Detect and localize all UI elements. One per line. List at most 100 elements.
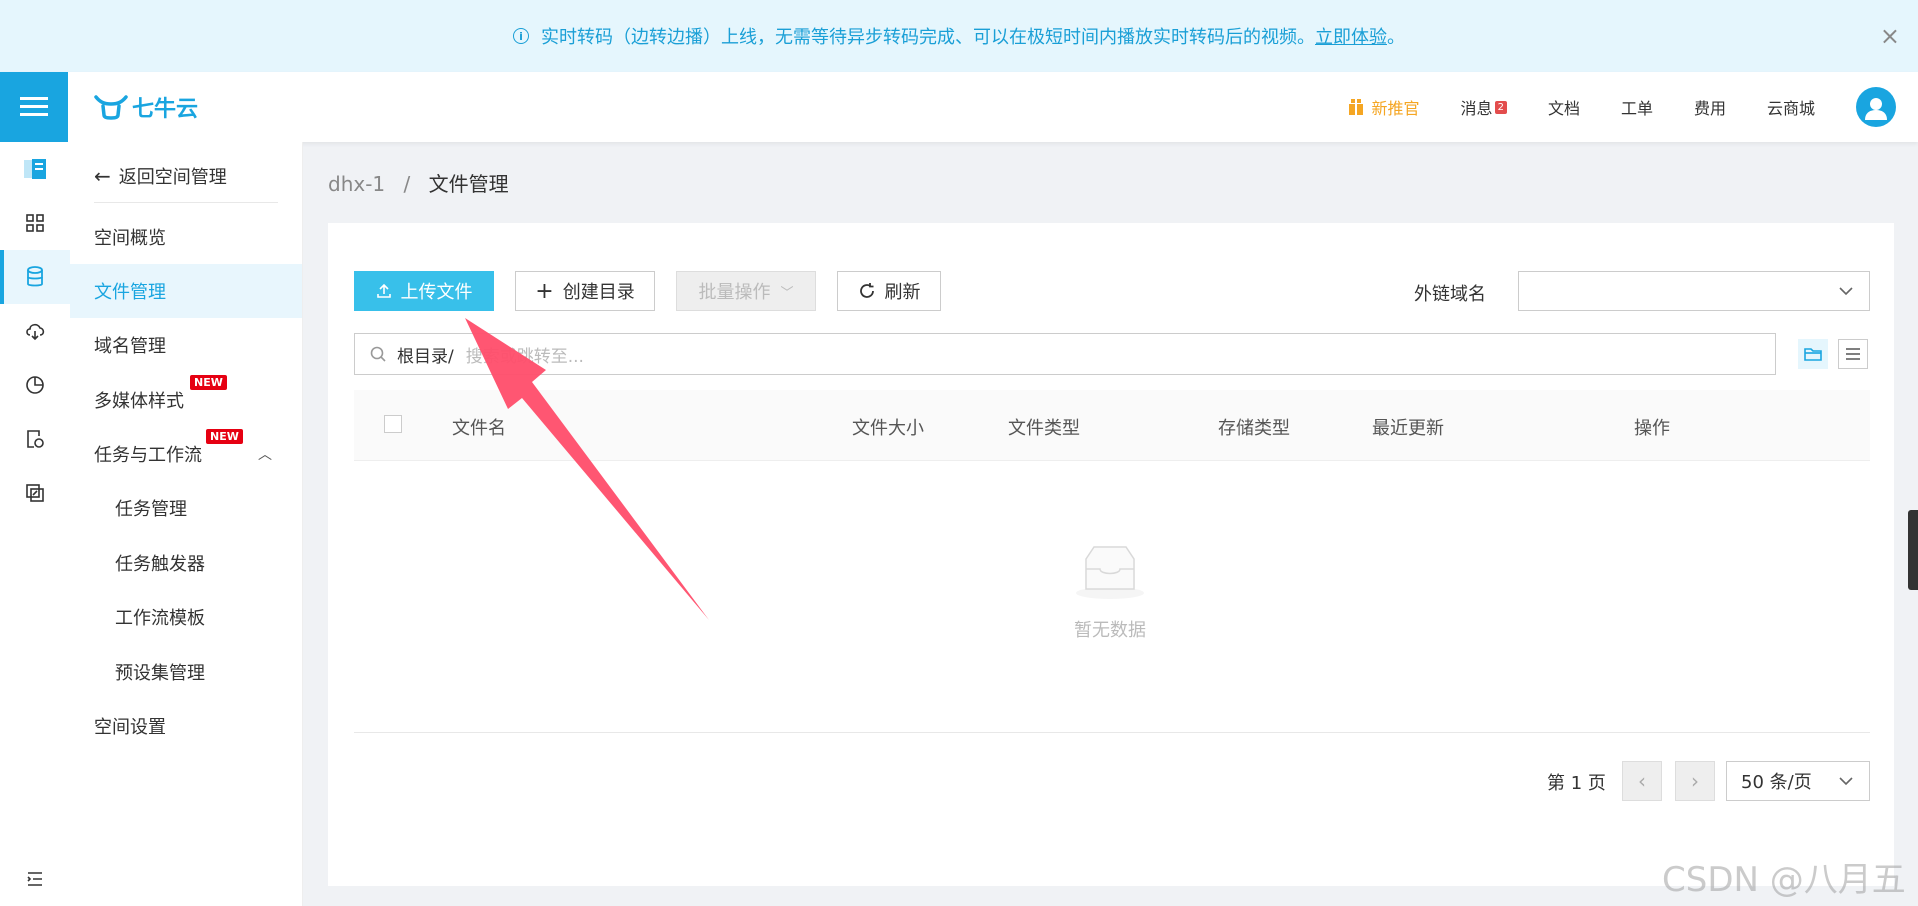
refresh-label: 刷新 [884,282,921,303]
logo-icon [94,95,128,120]
breadcrumb-current: 文件管理 [428,172,509,196]
menu-item-workflow-templates[interactable]: 工作流模板 [70,590,302,644]
rail-cloud[interactable] [0,304,70,358]
rail-collapse[interactable] [0,852,70,906]
menu-item-bucket-settings[interactable]: 空间设置 [70,699,302,753]
watermark: CSDN @八月五 [1662,860,1906,900]
menu-divider [94,202,278,203]
menu-item-tasks-workflows[interactable]: 任务与工作流 NEW ︿ [70,427,302,481]
upload-icon [376,283,391,298]
messages-badge: 2 [1494,100,1507,114]
header-nav: 新推官 消息 2 文档 工单 费用 云商城 [1348,72,1918,142]
upload-button[interactable]: 上传文件 [354,271,494,311]
chevron-down-icon: ﹀ [780,285,794,301]
page-indicator: 第 1 页 [1547,773,1606,794]
menu-item-label: 任务触发器 [115,554,205,575]
plus-icon: + [535,278,554,304]
menu-item-task-management[interactable]: 任务管理 [70,481,302,535]
side-feedback-handle[interactable] [1908,510,1918,590]
hamburger-icon [20,97,48,117]
rail-database[interactable] [0,250,70,304]
breadcrumb: dhx-1 / 文件管理 [328,168,509,197]
icon-rail [0,142,71,906]
menu-item-label: 空间设置 [94,717,166,738]
list-icon [1846,348,1860,360]
collapse-menu-icon [27,872,42,886]
hamburger-menu-button[interactable] [0,72,68,142]
menu-item-media-styles[interactable]: 多媒体样式 NEW [70,373,302,427]
transcode-icon [26,484,44,502]
upload-label: 上传文件 [400,282,473,303]
page-size-select[interactable]: 50 条/页 [1726,761,1870,801]
menu-item-label: 多媒体样式 [94,391,184,412]
menu-item-label: 文件管理 [94,282,166,303]
menu-item-label: 空间概览 [94,228,166,249]
column-storage-type: 存储类型 [1218,418,1290,439]
column-filetype: 文件类型 [1008,418,1080,439]
chevron-up-icon: ︿ [258,447,272,463]
chevron-right-icon: › [1691,769,1699,793]
column-last-updated: 最近更新 [1372,418,1444,439]
menu-item-task-triggers[interactable]: 任务触发器 [70,536,302,590]
messages-label: 消息 [1460,99,1493,118]
grid-icon [26,214,44,232]
logo-text: 七牛云 [132,97,199,122]
column-actions: 操作 [1634,418,1670,439]
document-search-icon [27,430,44,448]
menu-item-label: 预设集管理 [115,663,205,684]
search-placeholder: 搜索或跳转至... [465,346,584,367]
info-icon: i [513,28,529,44]
breadcrumb-bucket[interactable]: dhx-1 [328,172,385,196]
list-view-button[interactable] [1838,339,1868,369]
menu-item-label: 域名管理 [94,336,166,357]
search-root-path: 根目录/ [397,346,454,367]
prev-page-button[interactable]: ‹ [1622,761,1662,801]
next-page-button[interactable]: › [1675,761,1715,801]
banner-suffix: 。 [1387,27,1405,48]
empty-inbox-icon [1076,546,1144,599]
create-directory-button[interactable]: + 创建目录 [515,271,655,311]
market-link[interactable]: 云商城 [1767,95,1815,119]
batch-operations-dropdown[interactable]: 批量操作 ﹀ [676,271,816,311]
menu-item-file-management[interactable]: 文件管理 [70,264,302,318]
user-icon [1865,98,1887,120]
select-all-checkbox[interactable] [384,415,402,433]
ticket-link[interactable]: 工单 [1621,95,1653,119]
storage-product-icon [24,159,46,179]
chevron-down-icon [1839,777,1853,786]
rail-transcode[interactable] [0,466,70,520]
logo[interactable]: 七牛云 [94,91,198,123]
billing-link[interactable]: 费用 [1694,95,1726,119]
menu-item-label: 任务管理 [115,499,187,520]
path-search-input[interactable]: 根目录/ 搜索或跳转至... [354,333,1776,375]
new-badge: NEW [206,429,243,444]
menu-item-presets[interactable]: 预设集管理 [70,645,302,699]
back-to-buckets-link[interactable]: ← 返回空间管理 [94,156,227,196]
refresh-icon [859,283,874,298]
rail-security[interactable] [0,412,70,466]
user-avatar[interactable] [1856,87,1896,127]
rail-dashboard[interactable] [0,196,70,250]
table-footer-divider [354,732,1870,733]
close-icon[interactable]: × [1880,22,1900,50]
menu-item-domains[interactable]: 域名管理 [70,318,302,372]
chevron-left-icon: ‹ [1638,769,1646,793]
page-size-value: 50 条/页 [1741,772,1812,793]
messages-link[interactable]: 消息 2 [1461,95,1507,119]
search-icon [370,346,386,362]
menu-item-overview[interactable]: 空间概览 [70,210,302,264]
rail-storage[interactable] [0,142,70,196]
back-label: 返回空间管理 [118,167,227,188]
empty-state [1070,545,1150,606]
docs-link[interactable]: 文档 [1548,95,1580,119]
create-directory-label: 创建目录 [562,282,635,303]
new-promo-link[interactable]: 新推官 [1348,95,1420,119]
menu-item-label: 工作流模板 [115,608,205,629]
refresh-button[interactable]: 刷新 [837,271,941,311]
banner-link[interactable]: 立即体验 [1315,23,1387,49]
domain-select[interactable] [1518,271,1870,311]
side-menu: ← 返回空间管理 空间概览 文件管理 域名管理 多媒体样式 NEW 任务与工作流… [70,142,303,906]
cloud-icon [26,323,45,341]
rail-stats[interactable] [0,358,70,412]
folder-view-button[interactable] [1798,339,1828,369]
